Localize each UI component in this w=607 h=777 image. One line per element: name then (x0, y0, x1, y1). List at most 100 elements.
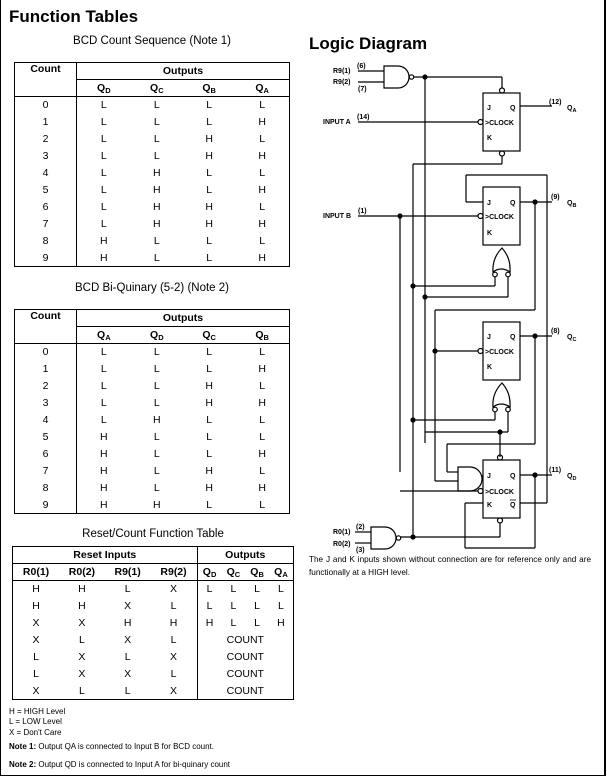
output-cell: L (278, 583, 284, 596)
qb-pin: (9) (551, 194, 560, 201)
input-col-header: R9(2) (150, 563, 198, 581)
output-cell: L (206, 600, 213, 612)
reset-count-table: Reset Inputs Outputs R0(1) R0(2) R9(1) R9(2… (12, 546, 294, 700)
r92-pin: (7) (358, 86, 367, 93)
ff-a-j: J (487, 105, 491, 112)
input-col-header: R0(1) (22, 566, 50, 578)
ff-b-clock: >CLOCK (485, 214, 514, 221)
note-1: Note 1: Output QA is connected to Input … (9, 741, 214, 753)
input-cell: L (79, 634, 85, 646)
input-col-header: R0(2) (68, 566, 96, 578)
input-cell: X (150, 648, 198, 666)
output-cell: L (230, 600, 237, 612)
ff-a-clock: >CLOCK (485, 120, 514, 127)
input-cell: X (124, 634, 132, 646)
legend-dont-care: X = Don't Care (9, 728, 62, 737)
table-row: X L X L COUNT (13, 631, 294, 649)
input-cell: L (124, 684, 131, 697)
input-cell: L (79, 684, 85, 697)
input-cell: L (124, 651, 131, 663)
count-mode-cell: COUNT (226, 668, 264, 680)
note-2: Note 2: Output QD is connected to Input … (9, 759, 230, 771)
input-cell: L (150, 631, 198, 649)
qc-pin: (8) (551, 328, 560, 335)
table-row: XXHHHLLH (13, 614, 294, 632)
r01-label: R0(1) (333, 529, 351, 536)
ff-d-j: J (487, 473, 491, 480)
qc-label: QC (567, 334, 576, 343)
output-cell: H (277, 617, 285, 629)
input-cell: X (32, 617, 40, 629)
ff-a-q: Q (510, 105, 516, 112)
input-cell: L (150, 597, 198, 615)
output-cell: L (254, 617, 260, 629)
input-a-label: INPUT A (323, 119, 351, 126)
output-col-header-qb: QB (250, 565, 264, 579)
input-b-pin: (1) (358, 208, 367, 215)
ff-b-q: Q (510, 200, 516, 207)
input-cell: L (33, 668, 39, 680)
ff-b-k: K (487, 230, 492, 237)
ff-c-k: K (487, 364, 492, 371)
input-cell: H (32, 583, 40, 596)
input-b-label: INPUT B (323, 213, 351, 220)
output-cell: L (254, 583, 260, 596)
qa-label: QA (567, 105, 576, 114)
diagram-footnote: The J and K inputs shown without connect… (309, 555, 591, 577)
qb-label: QB (567, 200, 576, 209)
table-row: HHXLLLLL (13, 597, 294, 615)
note-1-label: Note 1: (9, 742, 37, 751)
output-cell: L (206, 583, 213, 596)
ff-d-clock: >CLOCK (485, 489, 514, 496)
qa-pin: (12) (549, 99, 561, 106)
input-cell: X (78, 617, 86, 629)
input-cell: X (150, 580, 198, 598)
note-2-label: Note 2: (9, 760, 37, 769)
output-cell: L (254, 600, 260, 612)
input-cell: X (150, 682, 198, 700)
ff-b-j: J (487, 200, 491, 207)
ff-d-q: Q (510, 473, 516, 480)
input-cell: L (150, 665, 198, 683)
table-row: X L L X COUNT (13, 682, 294, 700)
and-gate (457, 466, 483, 492)
r91-pin: (6) (357, 63, 366, 70)
input-cell: X (78, 651, 86, 663)
input-cell: L (124, 583, 131, 596)
legend-x-wrap: X = Don't Care (9, 727, 61, 739)
input-cell: X (78, 668, 86, 680)
r9-nand-gate (358, 65, 415, 89)
logic-diagram: R9(1) (6) R9(2) (7) INPUT A (14) INPUT B… (323, 63, 576, 554)
count-mode-cell: COUNT (226, 634, 264, 646)
ff-d-qbar: Q (510, 502, 516, 509)
r92-label: R9(2) (333, 79, 351, 86)
input-cell: L (33, 651, 39, 663)
output-col-header-qc: QC (226, 565, 241, 579)
output-col-header-qa: QA (274, 565, 288, 579)
input-cell: H (78, 600, 86, 612)
input-a-pin: (14) (357, 114, 369, 121)
ff-a-k: K (487, 135, 492, 142)
input-cell: X (124, 600, 132, 612)
input-cell: H (32, 600, 40, 612)
table-row: HHLXLLLL (13, 580, 294, 598)
input-col-header: R9(1) (114, 566, 141, 578)
output-col-header-qd: QD (202, 565, 217, 579)
input-cell: X (32, 684, 40, 697)
output-cell: H (205, 617, 214, 629)
output-cell: L (230, 583, 237, 596)
qd-label: QD (567, 473, 576, 482)
r01-pin: (2) (356, 524, 365, 531)
input-cell: H (123, 617, 132, 629)
count-mode-cell: COUNT (226, 684, 264, 697)
count-mode-cell: COUNT (226, 651, 264, 663)
input-cell: X (124, 668, 132, 680)
input-cell: H (78, 583, 86, 596)
ff-d-k: K (487, 502, 492, 509)
output-cell: L (230, 617, 237, 629)
qd-pin: (11) (549, 467, 561, 474)
r02-label: R0(2) (333, 541, 351, 548)
table-row: L X X L COUNT (13, 665, 294, 683)
ff-c-j: J (487, 334, 491, 341)
ff-c-q: Q (510, 334, 516, 341)
